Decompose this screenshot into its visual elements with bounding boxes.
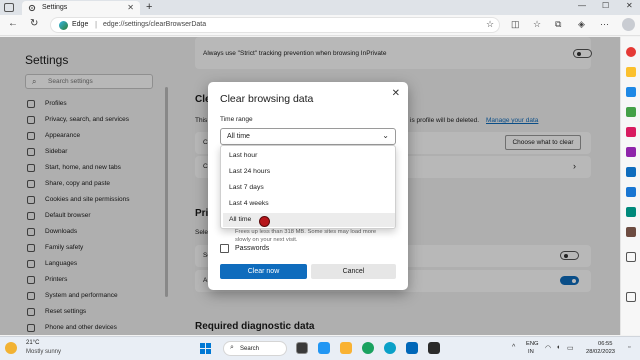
tray-chevron-icon[interactable]: ^ (512, 344, 515, 351)
passwords-label: Passwords (235, 245, 270, 252)
sidebar-app-icon-4[interactable] (626, 107, 636, 117)
edge-logo-icon (59, 21, 68, 30)
sidebar-app-icon-3[interactable] (626, 87, 636, 97)
windows-taskbar: 21°C Mostly sunny ⌕ Search ^ ENG IN ◠ ◖ … (0, 336, 640, 360)
tab-title: Settings (42, 4, 68, 11)
favorites-icon[interactable]: ☆ (533, 19, 541, 30)
sidebar-app-icon-9[interactable] (626, 207, 636, 217)
tab-settings[interactable]: Settings ✕ (22, 1, 140, 15)
collections-icon[interactable]: ⧉ (555, 19, 561, 30)
clear-now-button[interactable]: Clear now (220, 264, 307, 279)
file-explorer-icon[interactable] (340, 342, 352, 354)
search-icon: ⌕ (230, 344, 234, 351)
settings-gear-icon (28, 4, 36, 12)
notifications-icon[interactable]: ▫ (628, 344, 630, 351)
new-tab-button[interactable]: + (146, 1, 152, 13)
time-range-option-label: Last 4 weeks (229, 200, 269, 207)
clock-time: 06:55 (598, 341, 613, 347)
sidebar-settings-icon[interactable] (626, 292, 636, 302)
cancel-button[interactable]: Cancel (311, 264, 396, 279)
time-range-option-label: Last 24 hours (229, 168, 271, 175)
address-site-label: Edge (72, 21, 89, 28)
time-range-dropdown: Last hour Last 24 hours Last 7 days Last 4 … (220, 145, 396, 229)
time-range-select[interactable]: All time ⌄ (220, 128, 396, 145)
refresh-icon[interactable]: ↻ (30, 18, 38, 29)
time-range-label: Time range (220, 116, 253, 123)
passwords-checkbox[interactable] (220, 244, 229, 253)
battery-icon[interactable]: ▭ (567, 344, 574, 352)
clock-date: 28/02/2023 (586, 349, 616, 355)
more-icon[interactable]: ⋯ (600, 19, 609, 30)
time-range-option[interactable]: Last 4 weeks (223, 197, 395, 211)
dialog-title: Clear browsing data (220, 93, 314, 105)
storage-note: Frees up less than 318 MB. Some sites ma… (235, 229, 377, 243)
address-url[interactable]: edge://settings/clearBrowserData (103, 21, 206, 28)
time-range-option-label: All time (229, 216, 252, 223)
profile-avatar[interactable] (622, 18, 635, 31)
sidebar-app-icon-7[interactable] (626, 167, 636, 177)
add-sidebar-icon[interactable] (626, 252, 636, 262)
back-icon[interactable]: ← (8, 18, 18, 29)
shield-icon[interactable]: ◈ (578, 19, 585, 30)
taskbar-search[interactable]: ⌕ Search (223, 341, 287, 356)
time-range-value: All time (227, 133, 250, 140)
favorite-star-icon[interactable]: ☆ (486, 19, 494, 30)
time-range-option-label: Last 7 days (229, 184, 264, 191)
task-view-icon[interactable] (296, 342, 308, 354)
browser-toolbar: ← ↻ Edge | edge://settings/clearBrowserD… (0, 15, 640, 36)
terminal-icon[interactable] (428, 342, 440, 354)
edge-sidebar (620, 37, 640, 335)
sidebar-app-icon-5[interactable] (626, 127, 636, 137)
volume-icon[interactable]: ◖ (556, 344, 560, 351)
tab-actions-icon[interactable] (4, 3, 14, 12)
address-bar[interactable]: Edge | edge://settings/clearBrowserData (50, 17, 500, 33)
address-separator: | (95, 20, 98, 29)
chrome-icon[interactable] (362, 342, 374, 354)
sidebar-app-icon-10[interactable] (626, 227, 636, 237)
outlook-icon[interactable] (626, 187, 636, 197)
sidebar-app-icon-2[interactable] (626, 67, 636, 77)
language-bottom: IN (528, 349, 534, 355)
close-icon[interactable]: ✕ (392, 88, 400, 99)
sidebar-app-icon-1[interactable] (626, 47, 636, 57)
maximize-icon[interactable]: ☐ (602, 1, 609, 10)
store-icon[interactable] (406, 342, 418, 354)
weather-temperature: 21°C (26, 340, 40, 346)
tab-close-icon[interactable]: ✕ (127, 3, 134, 12)
time-range-option[interactable]: Last hour (223, 149, 395, 163)
split-screen-icon[interactable]: ◫ (511, 19, 520, 30)
tab-strip: Settings ✕ + — ☐ ✕ (0, 0, 640, 15)
wifi-icon[interactable]: ◠ (545, 344, 551, 352)
weather-description: Mostly sunny (26, 349, 62, 355)
close-window-icon[interactable]: ✕ (626, 1, 633, 10)
chevron-down-icon: ⌄ (382, 131, 389, 140)
minimize-icon[interactable]: — (578, 1, 586, 10)
time-range-option[interactable]: Last 24 hours (223, 165, 395, 179)
teams-icon[interactable] (318, 342, 330, 354)
mouse-cursor-marker (259, 216, 270, 227)
edge-taskbar-icon[interactable] (384, 342, 396, 354)
language-top: ENG (526, 341, 539, 347)
windows-start-icon[interactable] (200, 343, 211, 354)
time-range-option-label: Last hour (229, 152, 258, 159)
taskbar-search-label: Search (240, 346, 260, 352)
time-range-option[interactable]: Last 7 days (223, 181, 395, 195)
sidebar-app-icon-6[interactable] (626, 147, 636, 157)
weather-sun-icon[interactable] (5, 342, 17, 354)
time-range-option[interactable]: All time (223, 213, 395, 227)
